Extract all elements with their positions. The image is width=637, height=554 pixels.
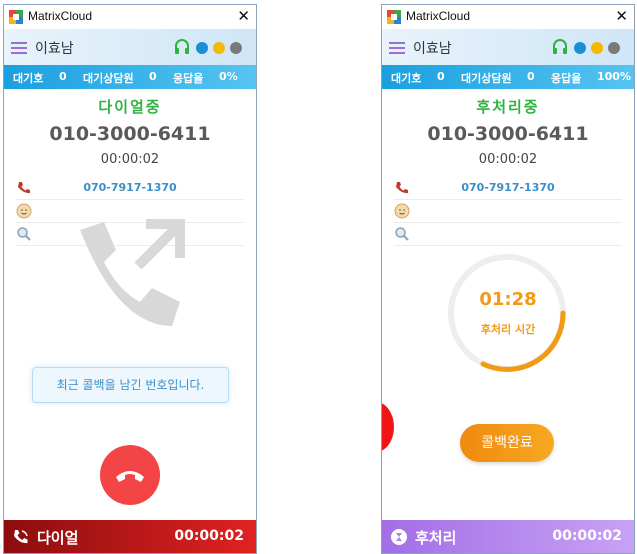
status-away-dot[interactable] [591, 42, 603, 54]
callback-notice: 최근 콜백을 남긴 번호입니다. [32, 367, 229, 403]
search-icon[interactable] [16, 226, 32, 242]
menu-icon[interactable] [389, 42, 405, 54]
rate-label: 응답율 [173, 72, 204, 85]
user-bar: 이효남 [4, 29, 256, 65]
title-bar: MatrixCloud ✕ [382, 5, 634, 29]
waiting-label: 대기호 [13, 72, 44, 85]
user-bar: 이효남 [382, 29, 634, 65]
agents-count: 0 [149, 70, 157, 83]
callback-number[interactable]: 070-7917-1370 [16, 181, 244, 194]
callback-complete-button[interactable]: 콜백완료 [460, 424, 554, 462]
status-footer: 다이얼 00:00:02 [4, 520, 256, 553]
rate-value: 0% [219, 70, 238, 83]
menu-icon[interactable] [11, 42, 27, 54]
status-offline-dot[interactable] [230, 42, 242, 54]
headset-icon[interactable] [551, 38, 569, 56]
outgoing-call-icon [80, 219, 185, 326]
agents-label: 대기상담원 [83, 72, 134, 85]
rate-label: 응답율 [551, 72, 582, 85]
call-status-title: 다이얼중 [98, 98, 162, 116]
title-bar: MatrixCloud ✕ [4, 5, 256, 29]
close-icon[interactable]: ✕ [237, 7, 250, 25]
face-icon [394, 203, 410, 219]
callback-number[interactable]: 070-7917-1370 [394, 181, 622, 194]
wrapup-icon [391, 529, 407, 545]
call-timer: 00:00:02 [100, 152, 160, 167]
wrapup-label: 후처리 시간 [480, 323, 536, 336]
footer-state: 후처리 [415, 529, 457, 547]
queue-stats-bar: 대기호 0 대기상담원 0 응답율 0% [4, 65, 256, 89]
agents-count: 0 [527, 70, 535, 83]
queue-stats-bar: 대기호 0 대기상담원 0 응답율 100% [382, 65, 634, 89]
search-icon[interactable] [394, 226, 410, 242]
user-name: 이효남 [35, 41, 74, 57]
status-away-dot[interactable] [213, 42, 225, 54]
status-online-dot[interactable] [196, 42, 208, 54]
call-timer: 00:00:02 [478, 152, 538, 167]
headset-icon[interactable] [173, 38, 191, 56]
status-footer: 후처리 00:00:02 [382, 520, 634, 553]
phone-number: 010-3000-6411 [427, 123, 589, 145]
waiting-count: 0 [437, 70, 445, 83]
wrapup-time: 01:28 [479, 289, 537, 310]
phone-number: 010-3000-6411 [49, 123, 211, 145]
hangup-button[interactable] [100, 445, 160, 505]
status-online-dot[interactable] [574, 42, 586, 54]
dial-window: MatrixCloud ✕ 이효남 대기호 0 대기상담원 0 응답율 0% 다… [3, 4, 257, 554]
footer-timer: 00:00:02 [552, 528, 622, 544]
status-offline-dot[interactable] [608, 42, 620, 54]
close-icon[interactable]: ✕ [615, 7, 628, 25]
face-icon [16, 203, 32, 219]
callback-number-row: 070-7917-1370 [394, 177, 622, 200]
rate-value: 100% [597, 70, 631, 83]
app-logo-icon [387, 10, 401, 24]
call-status-title: 후처리중 [476, 98, 540, 116]
wrapup-timer-ring [448, 254, 566, 372]
hangup-icon [116, 471, 144, 482]
callback-number-row: 070-7917-1370 [16, 177, 244, 200]
dialing-phone-icon [14, 530, 28, 544]
agents-label: 대기상담원 [461, 72, 512, 85]
footer-timer: 00:00:02 [174, 528, 244, 544]
waiting-label: 대기호 [391, 72, 422, 85]
wrapup-window: MatrixCloud ✕ 이효남 대기호 0 대기상담원 0 응답율 100%… [381, 4, 635, 554]
app-title: MatrixCloud [406, 9, 471, 23]
user-name: 이효남 [413, 41, 452, 57]
app-title: MatrixCloud [28, 9, 93, 23]
app-logo-icon [9, 10, 23, 24]
search-row[interactable] [394, 223, 622, 246]
customer-row [394, 200, 622, 223]
side-indicator [382, 402, 394, 452]
footer-state: 다이얼 [37, 529, 79, 547]
waiting-count: 0 [59, 70, 67, 83]
